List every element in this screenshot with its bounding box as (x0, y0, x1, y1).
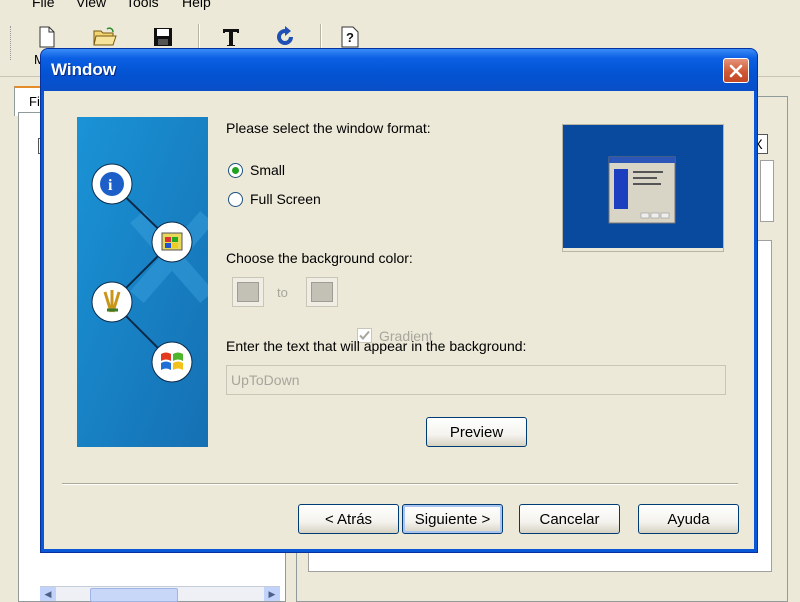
tools-icon (91, 281, 133, 323)
refresh-button[interactable] (272, 24, 298, 50)
wizard-illustration: i (77, 117, 208, 447)
open-folder-button[interactable] (92, 24, 118, 50)
bgcolor-label: Choose the background color: (226, 250, 413, 266)
svg-text:?: ? (346, 30, 354, 45)
radio-small-label[interactable]: Small (250, 162, 285, 178)
menu-help[interactable]: Help (182, 0, 211, 10)
dialog-title: Window (51, 60, 116, 79)
wizard-side-image: i (77, 117, 208, 447)
scroll-right-icon[interactable]: ▶ (264, 587, 280, 601)
format-label: Please select the window format: (226, 120, 431, 136)
radio-small[interactable] (228, 163, 243, 178)
preview-graphic (563, 125, 723, 248)
menu-file[interactable]: File (32, 0, 55, 10)
text-T-icon (223, 29, 239, 46)
preview-button[interactable]: Preview (426, 417, 527, 447)
dialog-title-bar[interactable]: Window (41, 49, 757, 91)
to-label: to (277, 285, 288, 300)
window-dialog: Window i Please select the window format… (41, 49, 757, 552)
bgtext-label: Enter the text that will appear in the b… (226, 338, 527, 354)
menu-view[interactable]: View (76, 0, 106, 10)
help-icon: ? (341, 26, 359, 48)
app-menubar: File View Tools Help (0, 0, 800, 18)
close-icon (729, 64, 743, 77)
text-button[interactable] (218, 24, 244, 50)
dialog-separator (62, 483, 738, 485)
next-button[interactable]: Siguiente > (402, 504, 503, 534)
window-icon (151, 221, 193, 263)
save-disk-icon (154, 28, 172, 46)
radio-fullscreen[interactable] (228, 192, 243, 207)
dialog-body: i Please select the window format: Small… (44, 91, 754, 549)
horizontal-scrollbar[interactable]: ◀ ▶ (40, 586, 280, 602)
save-button[interactable] (150, 24, 176, 50)
new-file-icon (39, 26, 55, 48)
color-from-button[interactable] (232, 277, 264, 307)
color-to-button[interactable] (306, 277, 338, 307)
svg-text:i: i (108, 177, 113, 194)
right-side-box (760, 160, 774, 222)
color-to-swatch (311, 282, 333, 302)
toolbar-grip[interactable] (10, 26, 14, 60)
new-file-button[interactable] (34, 24, 60, 50)
windows-logo-icon (151, 341, 193, 383)
bgtext-input[interactable]: UpToDown (226, 365, 726, 395)
help-button-toolbar[interactable]: ? (337, 24, 363, 50)
menu-tools[interactable]: Tools (126, 0, 159, 10)
refresh-icon (277, 26, 293, 45)
back-button[interactable]: < Atrás (298, 504, 399, 534)
color-from-swatch (237, 282, 259, 302)
format-preview-thumbnail (562, 124, 724, 252)
open-folder-icon (93, 27, 117, 46)
toolbar-separator (198, 24, 200, 52)
tab-label: Fi (29, 94, 40, 109)
radio-fullscreen-label[interactable]: Full Screen (250, 191, 321, 207)
help-button[interactable]: Ayuda (638, 504, 739, 534)
cancel-button[interactable]: Cancelar (519, 504, 620, 534)
dialog-close-button[interactable] (723, 58, 749, 83)
scroll-left-icon[interactable]: ◀ (40, 587, 56, 601)
toolbar-separator (320, 24, 322, 52)
info-icon: i (91, 163, 133, 205)
